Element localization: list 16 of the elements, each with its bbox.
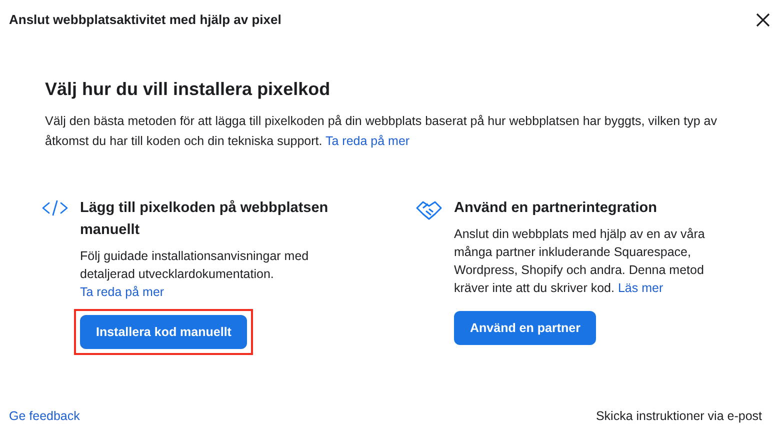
learn-more-link[interactable]: Läs mer (618, 281, 664, 295)
option-title: Lägg till pixelkoden på webbplatsen manuellt (80, 199, 330, 240)
handshake-icon (415, 199, 443, 221)
feedback-link[interactable]: Ge feedback (9, 407, 80, 426)
option-description: Följ guidade installationsanvisningar med detaljerad utvecklardokumentation. Ta reda på mer (80, 248, 310, 301)
window-title: Anslut webbplatsaktivitet med hjälp av pixel (9, 11, 282, 30)
option-description: Anslut din webbplats med hjälp av en av våra många partner inkluderande Squarespace, Wordpress, Shopify och andra. Denna metod kräver inte att du skriver kod. Läs mer (454, 226, 706, 297)
code-icon (41, 199, 69, 217)
option-button[interactable]: Installera kod manuellt (80, 315, 248, 349)
section-heading: Välj hur du vill installera pixelkod (45, 78, 332, 101)
learn-more-link[interactable]: Ta reda på mer (80, 285, 164, 299)
learn-more-link[interactable]: Ta reda på mer (325, 134, 410, 148)
option-button[interactable]: Använd en partner (454, 311, 596, 345)
option-title: Använd en partnerintegration (454, 199, 658, 218)
intro-text: Välj den bästa metoden för att lägga till pixelkoden på din webbplats baserat på hur webbplatsen har byggts, vilken typ av åtkomst du har till koden och din tekniska support. Ta reda på mer (45, 113, 718, 150)
email-instructions-link[interactable]: Skicka instruktioner via e-post (596, 407, 762, 426)
